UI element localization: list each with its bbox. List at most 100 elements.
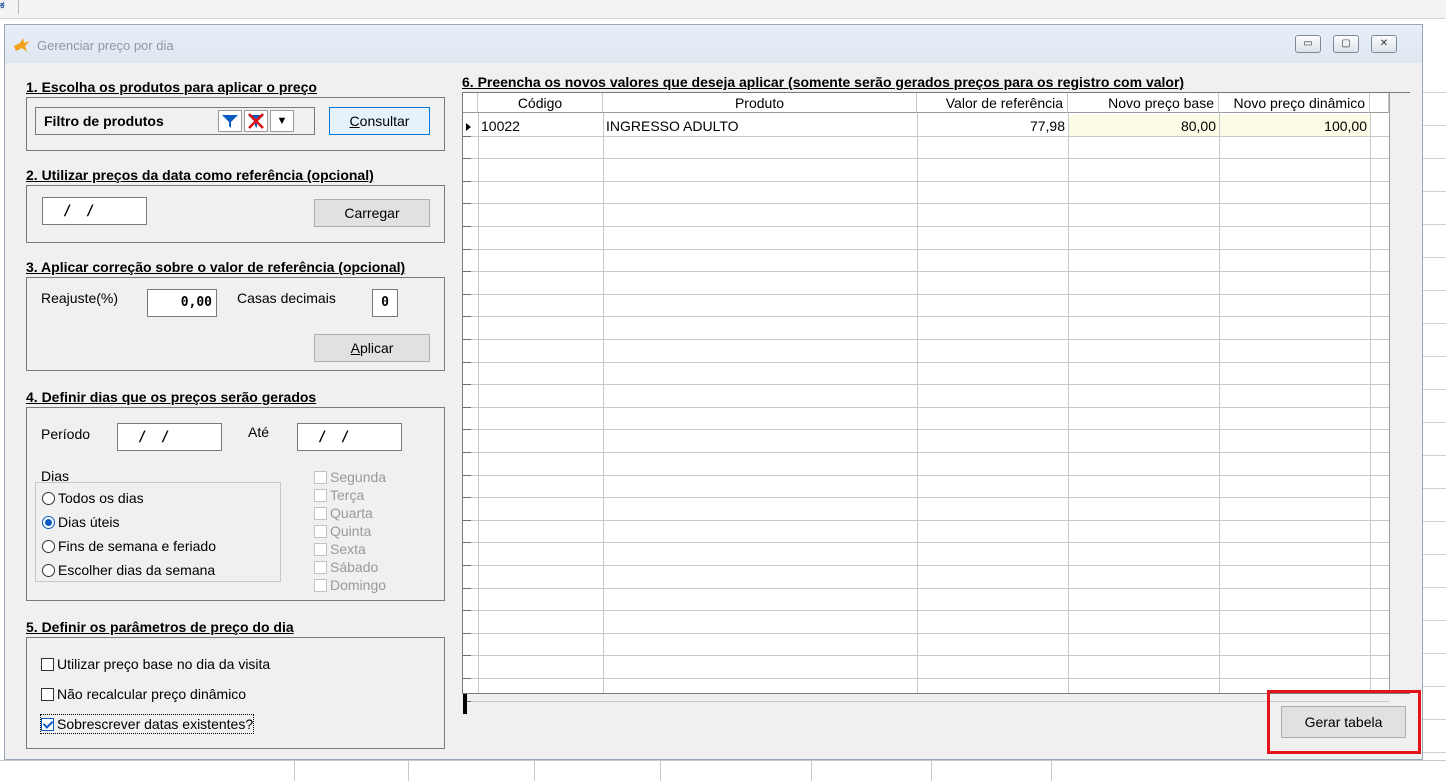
weekday-check-sexta[interactable]: Sexta [314,542,366,560]
weekday-check-quarta[interactable]: Quarta [314,506,373,524]
checkbox-label: Sobrescrever datas existentes? [57,716,254,732]
col-header-reference-value[interactable]: Valor de referência [917,93,1068,113]
grid-row-line [463,701,1389,702]
toolbar-separator [18,0,19,14]
row-header-tick [463,339,471,340]
row-header-tick [463,655,471,656]
radio-choose-weekdays[interactable]: Escolher dias da semana [42,560,215,580]
section5-title: 5. Definir os parâmetros de preço do dia [26,619,294,635]
background-grid-line [408,761,409,781]
checkbox-indicator [314,489,327,502]
product-filter[interactable]: Filtro de produtos ▼ [35,107,315,135]
row-header-tick [463,362,471,363]
dialog-title: Gerenciar preço por dia [37,38,174,53]
reajuste-label: Reajuste(%) [41,290,119,306]
radio-indicator [42,540,55,553]
period-start-input[interactable]: / / [117,423,222,451]
row-header-tick [463,588,471,589]
section1-title: 1. Escolha os produtos para aplicar o pr… [26,79,317,95]
checkbox-indicator [314,579,327,592]
background-grid-line [1051,761,1052,781]
cell-product[interactable]: INGRESSO ADULTO [603,115,917,137]
app-logo-icon: ಕ [0,0,5,11]
weekday-check-quinta[interactable]: Quinta [314,524,371,542]
weekday-check-sabado[interactable]: Sábado [314,560,378,578]
weekday-label: Segunda [330,469,387,485]
row-header-tick [463,203,471,204]
col-header-new-base-price[interactable]: Novo preço base [1068,93,1219,113]
background-grid-line [811,761,812,781]
grid-row-line [463,136,1389,137]
checkbox-indicator [314,561,327,574]
cell-new-dynamic-price[interactable]: 100,00 [1220,115,1370,137]
filter-button[interactable] [218,110,242,132]
maximize-button[interactable]: ▢ [1333,35,1359,53]
row-header-tick [463,294,471,295]
radio-indicator [42,564,55,577]
prices-grid[interactable]: Código Produto Valor de referência Novo … [462,92,1410,702]
weekday-check-domingo[interactable]: Domingo [314,578,386,596]
checkbox-indicator [41,688,54,701]
col-header-code[interactable]: Código [478,93,603,113]
grid-column-line [1370,113,1371,693]
col-header-new-dynamic-price[interactable]: Novo preço dinâmico [1219,93,1370,113]
radio-all-days[interactable]: Todos os dias [42,488,144,508]
consult-button[interactable]: Consultar [329,107,430,135]
checkbox-indicator [41,718,54,731]
clear-filter-button[interactable] [244,110,268,132]
section1-group: Filtro de produtos ▼ Consultar [26,97,445,151]
price-per-day-dialog: Gerenciar preço por dia ▭ ▢ ✕ 1. Escolha… [4,24,1423,760]
close-icon: ✕ [1379,38,1389,49]
product-filter-label: Filtro de produtos [44,113,164,129]
section4-group: Período / / Até / / Dias Todos os dias D… [26,407,445,601]
weekday-label: Sábado [330,559,379,575]
dialog-titlebar[interactable]: Gerenciar preço por dia ▭ ▢ ✕ [5,25,1422,63]
grid-row-line [463,271,1389,272]
background-grid-line [931,761,932,781]
row-header-tick [463,497,471,498]
reference-date-input[interactable]: / / [42,197,147,225]
weekday-label: Quarta [330,505,373,521]
overwrite-dates-checkbox[interactable]: Sobrescrever datas existentes? [39,714,255,734]
col-header-product[interactable]: Produto [603,93,917,113]
background-grid-line [534,761,535,781]
grid-row-line [463,181,1389,182]
reajuste-input[interactable]: 0,00 [147,289,217,317]
filter-icon [222,115,238,128]
radio-label: Escolher dias da semana [58,562,216,578]
cell-new-base-price[interactable]: 80,00 [1069,115,1219,137]
weekday-check-segunda[interactable]: Segunda [314,470,386,488]
section2-group: / / Carregar [26,185,445,243]
background-grid-line [660,761,661,781]
grid-row-line [463,565,1389,566]
checkbox-label: Utilizar preço base no dia da visita [57,656,271,672]
close-button[interactable]: ✕ [1371,35,1397,53]
weekday-check-terca[interactable]: Terça [314,488,364,506]
no-recalc-dynamic-checkbox[interactable]: Não recalcular preço dinâmico [41,685,246,703]
grid-row-line [463,294,1389,295]
use-base-price-checkbox[interactable]: Utilizar preço base no dia da visita [41,655,270,673]
section4-title: 4. Definir dias que os preços serão gera… [26,389,317,405]
row-header-tick [463,384,471,385]
period-end-input[interactable]: / / [297,423,402,451]
dialog-body: 1. Escolha os produtos para aplicar o pr… [16,63,1412,753]
load-button[interactable]: Carregar [314,199,430,227]
checkbox-indicator [314,507,327,520]
minimize-button[interactable]: ▭ [1295,35,1321,53]
background-grid-bottom [0,760,1446,782]
apply-button[interactable]: Aplicar [314,334,430,362]
cell-code[interactable]: 10022 [478,115,603,137]
consult-button-accelerator: C [349,113,360,129]
radio-weekends-holidays[interactable]: Fins de semana e feriado [42,536,216,556]
chevron-down-icon: ▼ [276,115,288,127]
row-header-corner [463,93,478,113]
grid-row-line [463,203,1389,204]
row-header-tick [463,249,471,250]
filter-dropdown-button[interactable]: ▼ [270,110,294,132]
cell-reference-value[interactable]: 77,98 [917,115,1068,137]
radio-weekdays[interactable]: Dias úteis [42,512,119,532]
weekday-label: Sexta [330,541,366,557]
decimal-places-input[interactable]: 0 [372,289,398,317]
grid-row-line [463,542,1389,543]
grid-row-line [463,429,1389,430]
